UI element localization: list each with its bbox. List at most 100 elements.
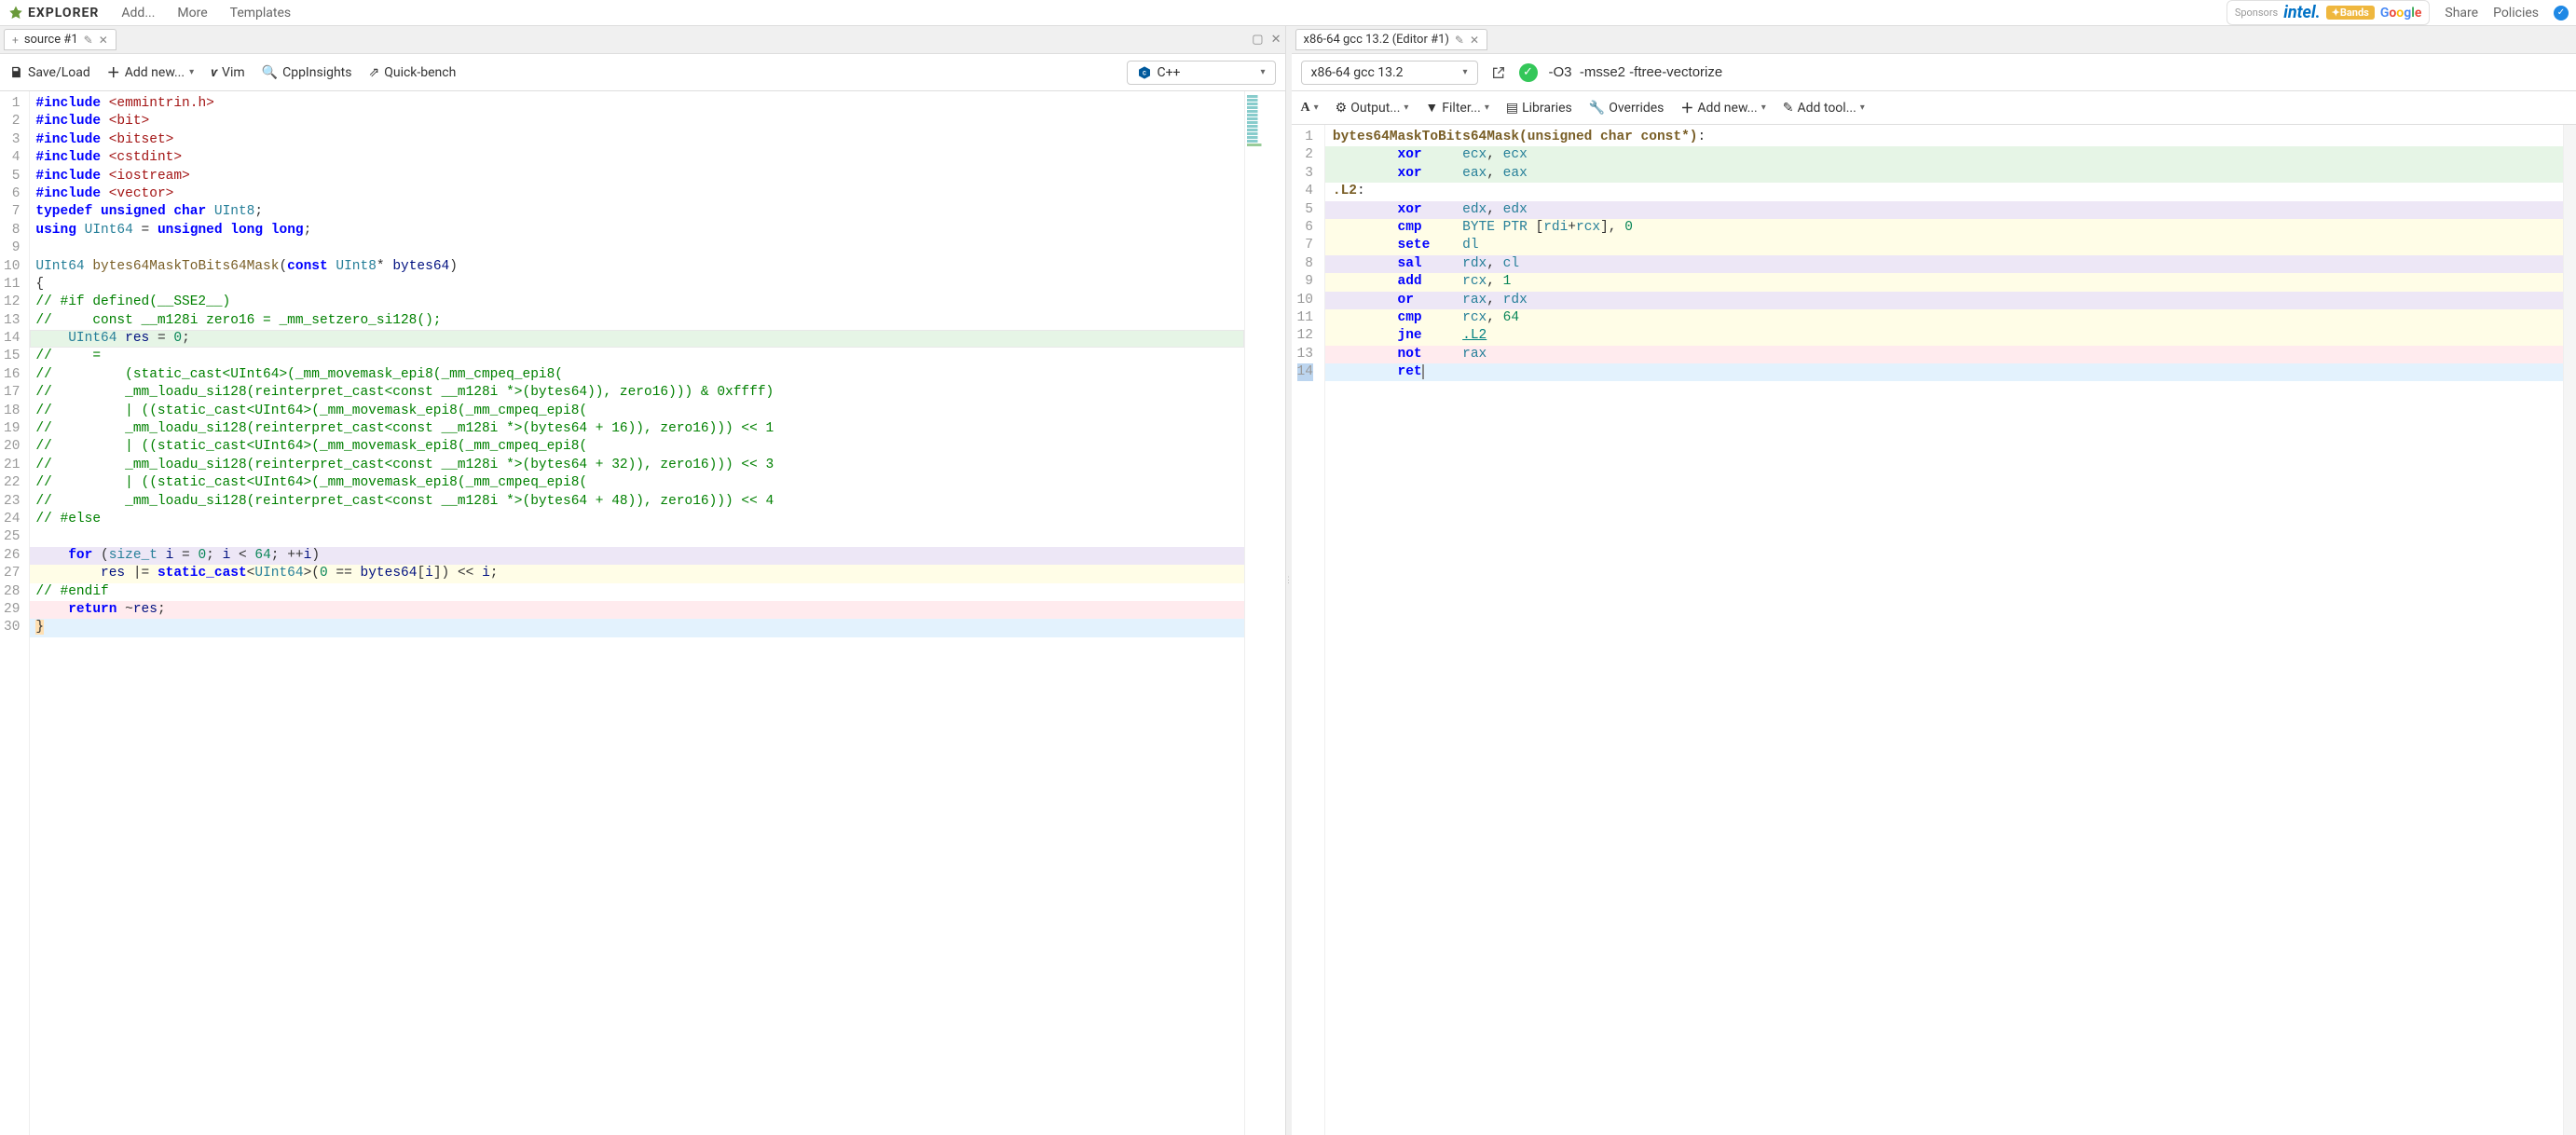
popout-icon[interactable] xyxy=(1489,63,1508,82)
source-line[interactable]: // = xyxy=(30,348,1243,365)
top-add[interactable]: Add... xyxy=(121,6,155,21)
pencil-icon[interactable]: ✎ xyxy=(1455,34,1464,47)
add-new-button[interactable]: ＋ Add new... ▾ xyxy=(107,63,194,82)
source-tab[interactable]: + source #1 ✎ ✕ xyxy=(4,29,116,50)
source-tab-label: source #1 xyxy=(24,33,78,47)
chevron-down-icon: ▾ xyxy=(189,67,194,77)
compiler-toolbar: A ▾ ⚙ Output... ▾ ▼ Filter... ▾ ▤ Librar… xyxy=(1292,91,2576,125)
share-link[interactable]: Share xyxy=(2445,6,2478,21)
asm-line[interactable]: xor edx, edx xyxy=(1325,201,2563,219)
source-line[interactable]: // _mm_loadu_si128(reinterpret_cast<cons… xyxy=(30,457,1243,474)
add-new-button[interactable]: ＋ Add new... ▾ xyxy=(1680,99,1765,117)
asm-line[interactable]: bytes64MaskToBits64Mask(unsigned char co… xyxy=(1325,129,2563,146)
compiler-tab[interactable]: x86-64 gcc 13.2 (Editor #1) ✎ ✕ xyxy=(1295,29,1488,50)
language-select[interactable]: C C++ ▾ xyxy=(1127,61,1276,85)
source-line[interactable]: #include <iostream> xyxy=(30,168,1243,185)
asm-line[interactable]: .L2: xyxy=(1325,183,2563,200)
asm-scrollbar[interactable] xyxy=(2563,125,2576,1135)
maximize-icon[interactable]: ▢ xyxy=(1252,33,1263,47)
source-line[interactable]: res |= static_cast<UInt64>(0 == bytes64[… xyxy=(30,565,1243,582)
top-more[interactable]: More xyxy=(177,6,207,21)
plus-icon: ＋ xyxy=(107,63,120,82)
close-icon[interactable]: ✕ xyxy=(99,34,108,47)
source-line[interactable] xyxy=(30,528,1243,546)
book-icon: ▤ xyxy=(1506,101,1518,116)
font-button[interactable]: A ▾ xyxy=(1301,101,1319,116)
asm-line[interactable]: ret xyxy=(1325,363,2563,381)
source-line[interactable]: // #if defined(__SSE2__) xyxy=(30,294,1243,311)
source-line[interactable]: #include <bitset> xyxy=(30,131,1243,149)
top-templates[interactable]: Templates xyxy=(230,6,292,21)
source-line[interactable]: UInt64 res = 0; xyxy=(30,330,1243,348)
source-line[interactable]: // | ((static_cast<UInt64>(_mm_movemask_… xyxy=(30,474,1243,492)
compiler-select[interactable]: x86-64 gcc 13.2 ▾ xyxy=(1301,61,1478,85)
source-line[interactable] xyxy=(30,239,1243,257)
asm-line[interactable]: cmp rcx, 64 xyxy=(1325,309,2563,327)
source-line[interactable]: for (size_t i = 0; i < 64; ++i) xyxy=(30,547,1243,565)
source-line[interactable]: // | ((static_cast<UInt64>(_mm_movemask_… xyxy=(30,438,1243,456)
source-line[interactable]: // _mm_loadu_si128(reinterpret_cast<cons… xyxy=(30,384,1243,402)
source-line[interactable]: #include <emmintrin.h> xyxy=(30,95,1243,113)
close-icon[interactable]: ✕ xyxy=(1470,34,1479,47)
chevron-down-icon: ▾ xyxy=(1860,103,1865,113)
asm-line[interactable]: sal rdx, cl xyxy=(1325,255,2563,273)
source-line[interactable]: // const __m128i zero16 = _mm_setzero_si… xyxy=(30,312,1243,330)
source-line[interactable]: using UInt64 = unsigned long long; xyxy=(30,222,1243,239)
sponsor-google-logo: Google xyxy=(2380,6,2422,21)
source-code-view[interactable]: #include <emmintrin.h>#include <bit>#inc… xyxy=(30,91,1243,1135)
source-line[interactable]: // #else xyxy=(30,511,1243,528)
save-load-button[interactable]: Save/Load xyxy=(9,65,90,80)
quickbench-button[interactable]: ⇗ Quick-bench xyxy=(368,65,456,80)
asm-line[interactable]: sete dl xyxy=(1325,237,2563,254)
asm-line[interactable]: not rax xyxy=(1325,346,2563,363)
asm-line[interactable]: cmp BYTE PTR [rdi+rcx], 0 xyxy=(1325,219,2563,237)
sponsors-box[interactable]: Sponsors intel. ✦Bands Google xyxy=(2227,0,2431,25)
source-line[interactable]: { xyxy=(30,276,1243,294)
policies-link[interactable]: Policies xyxy=(2493,6,2539,21)
sponsors-label: Sponsors xyxy=(2235,7,2278,19)
source-line[interactable]: UInt64 bytes64MaskToBits64Mask(const UIn… xyxy=(30,258,1243,276)
overrides-button[interactable]: 🔧 Overrides xyxy=(1589,101,1665,116)
vim-button[interactable]: ѵ Vim xyxy=(211,65,245,80)
svg-text:C: C xyxy=(1143,70,1146,76)
source-line[interactable]: // _mm_loadu_si128(reinterpret_cast<cons… xyxy=(30,493,1243,511)
asm-line[interactable]: or rax, rdx xyxy=(1325,292,2563,309)
language-label: C++ xyxy=(1158,65,1181,80)
brand-logo[interactable]: EXPLORER xyxy=(7,5,99,21)
source-line[interactable]: #include <bit> xyxy=(30,113,1243,130)
cppinsights-button[interactable]: 🔍 CppInsights xyxy=(262,65,352,80)
source-line[interactable]: // #endif xyxy=(30,583,1243,601)
libraries-button[interactable]: ▤ Libraries xyxy=(1506,101,1572,116)
asm-line[interactable]: xor ecx, ecx xyxy=(1325,146,2563,164)
source-line[interactable]: #include <cstdint> xyxy=(30,149,1243,167)
compiler-tab-label: x86-64 gcc 13.2 (Editor #1) xyxy=(1304,33,1449,47)
source-line[interactable]: // | ((static_cast<UInt64>(_mm_movemask_… xyxy=(30,403,1243,420)
compiler-explorer-icon xyxy=(7,5,24,21)
asm-code-view[interactable]: bytes64MaskToBits64Mask(unsigned char co… xyxy=(1325,125,2563,1135)
source-line[interactable]: return ~res; xyxy=(30,601,1243,619)
status-success-icon: ✓ xyxy=(1519,63,1538,82)
asm-line[interactable]: add rcx, 1 xyxy=(1325,273,2563,291)
source-line[interactable]: // _mm_loadu_si128(reinterpret_cast<cons… xyxy=(30,420,1243,438)
source-gutter: 1234567891011121314151617181920212223242… xyxy=(0,91,30,1135)
source-pane: + source #1 ✎ ✕ ▢ ✕ Save/Load ＋ Add new.… xyxy=(0,26,1286,1135)
source-editor[interactable]: 1234567891011121314151617181920212223242… xyxy=(0,91,1285,1135)
filter-button[interactable]: ▼ Filter... ▾ xyxy=(1425,100,1488,116)
compiler-flags-input[interactable] xyxy=(1549,64,2568,80)
source-line[interactable]: // (static_cast<UInt64>(_mm_movemask_epi… xyxy=(30,366,1243,384)
policies-badge-icon: ✓ xyxy=(2554,6,2569,21)
close-pane-icon[interactable]: ✕ xyxy=(1271,33,1281,47)
chevron-down-icon: ▾ xyxy=(1314,103,1319,113)
compiler-select-bar: x86-64 gcc 13.2 ▾ ✓ xyxy=(1292,54,2576,91)
pencil-icon[interactable]: ✎ xyxy=(84,34,93,47)
source-line[interactable]: typedef unsigned char UInt8; xyxy=(30,203,1243,221)
asm-line[interactable]: jne .L2 xyxy=(1325,327,2563,345)
source-line[interactable]: #include <vector> xyxy=(30,185,1243,203)
source-minimap[interactable] xyxy=(1244,91,1285,1135)
add-tool-button[interactable]: ✎ Add tool... ▾ xyxy=(1783,101,1865,116)
source-line[interactable]: } xyxy=(30,619,1243,636)
wrench-icon: 🔧 xyxy=(1589,101,1605,116)
asm-line[interactable]: xor eax, eax xyxy=(1325,165,2563,183)
output-button[interactable]: ⚙ Output... ▾ xyxy=(1336,101,1409,116)
asm-editor[interactable]: 1234567891011121314 bytes64MaskToBits64M… xyxy=(1292,125,2576,1135)
